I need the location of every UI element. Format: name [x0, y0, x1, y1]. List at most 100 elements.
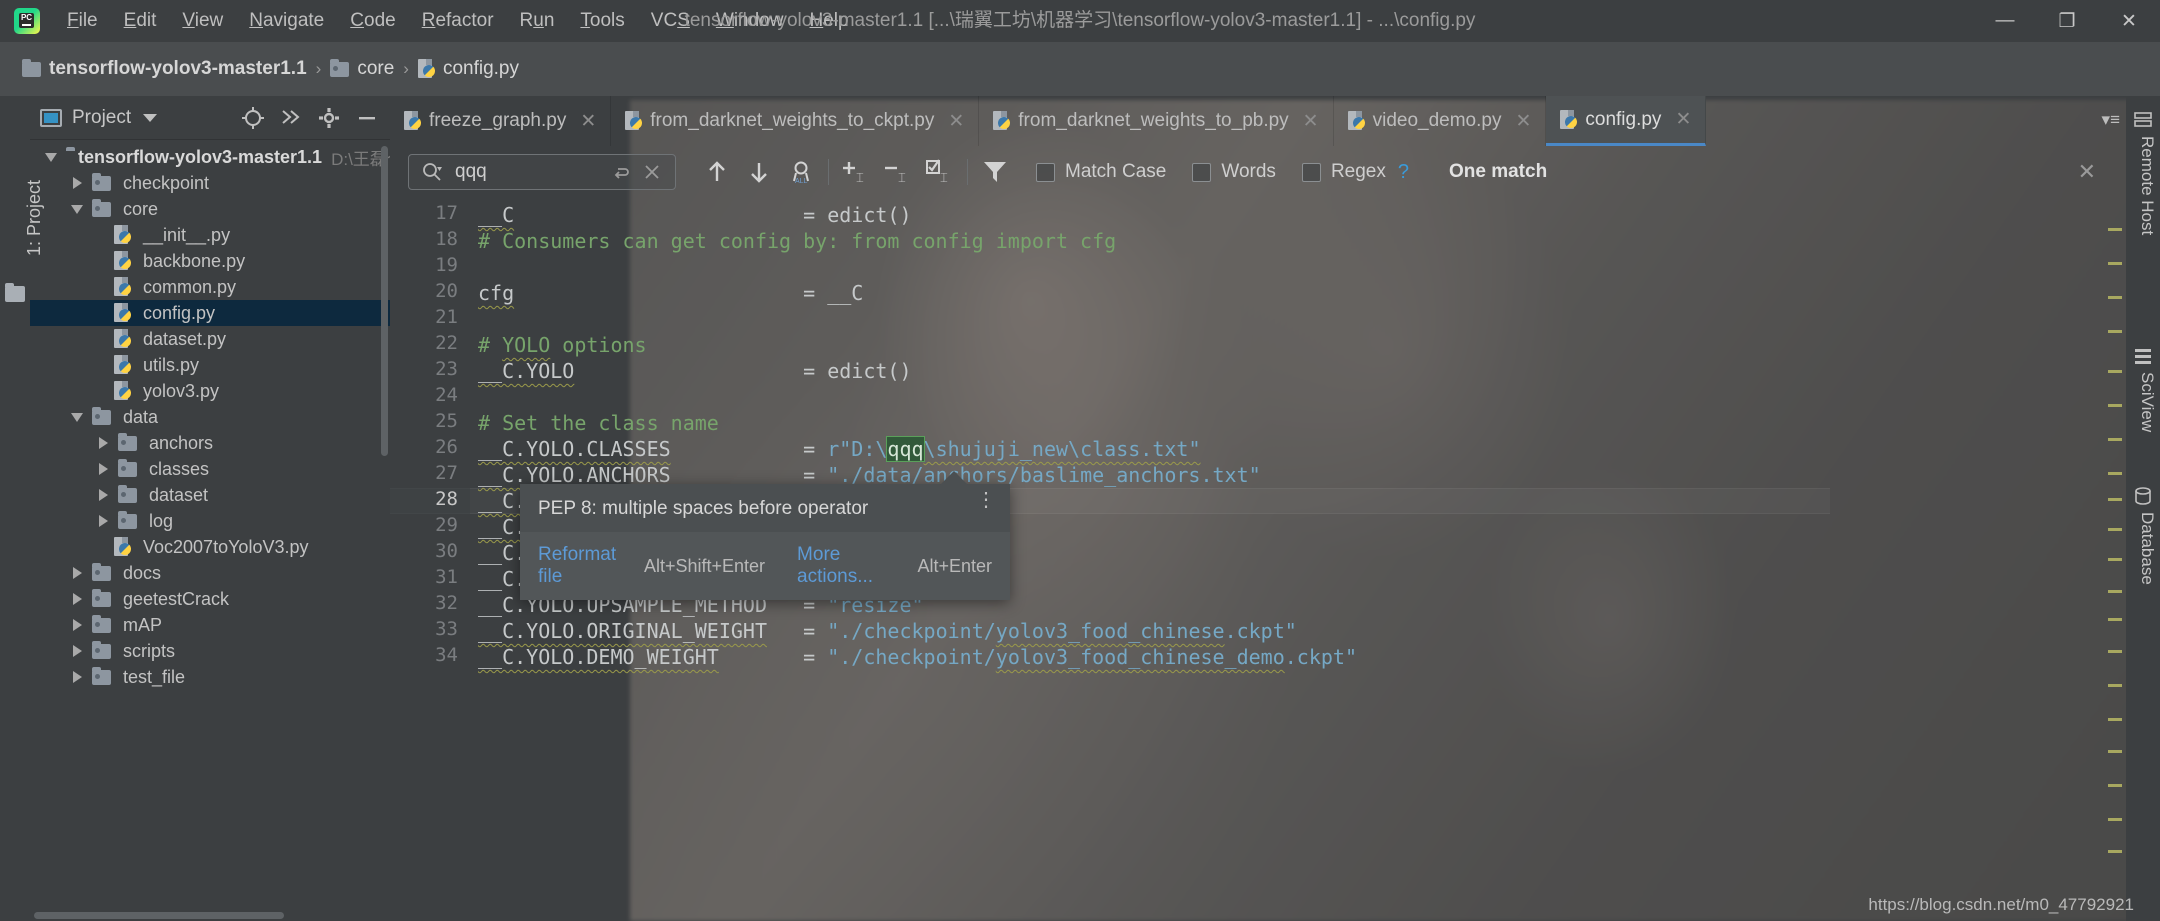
tree-node[interactable]: Voc2007toYoloV3.py	[30, 534, 390, 560]
code-line[interactable]: __C.YOLO.ORIGINAL_WEIGHT = "./checkpoint…	[478, 618, 1297, 644]
search-history-icon[interactable]	[607, 157, 637, 187]
tree-expand-arrow-down-icon[interactable]	[66, 196, 88, 222]
tree-node[interactable]: log	[30, 508, 390, 534]
tree-node[interactable]: checkpoint	[30, 170, 390, 196]
remove-selection-icon[interactable]: ⌶	[883, 157, 913, 187]
inspection-marker[interactable]	[2108, 498, 2122, 501]
reformat-file-link[interactable]: Reformat file	[538, 544, 630, 588]
tree-expand-arrow-right-icon[interactable]	[66, 170, 88, 196]
add-selection-next-icon[interactable]: ⌶	[841, 157, 871, 187]
search-input-value[interactable]: qqq	[455, 161, 607, 183]
close-tab-icon[interactable]: ✕	[1675, 108, 1691, 131]
tree-node[interactable]: mAP	[30, 612, 390, 638]
close-find-bar-icon[interactable]: ✕	[2078, 159, 2096, 185]
checkbox-box[interactable]	[1301, 162, 1321, 182]
editor-gutter[interactable]: 17 18 19 20 21 22 23 24 25 26 27 28 29 30 31 32 33 34	[390, 198, 470, 921]
search-icon[interactable]	[417, 157, 447, 187]
menu-code[interactable]: Code	[337, 6, 408, 36]
inspection-marker[interactable]	[2108, 404, 2122, 407]
tree-expand-arrow-right-icon[interactable]	[66, 638, 88, 664]
match-case-checkbox[interactable]: Match Case	[1036, 161, 1166, 183]
inspection-marker[interactable]	[2108, 228, 2122, 231]
tree-expand-arrow-down-icon[interactable]	[66, 404, 88, 430]
menu-vcs[interactable]: VCS	[638, 6, 703, 36]
tree-node[interactable]: dataset.py	[30, 326, 390, 352]
tree-node[interactable]: docs	[30, 560, 390, 586]
code-line[interactable]: # YOLO options	[478, 332, 647, 358]
code-line[interactable]: __C.YOLO.CLASSES = r"D:\qqq\shujuji_new\…	[478, 436, 1201, 462]
checkbox-box[interactable]	[1036, 162, 1055, 182]
inspection-marker[interactable]	[2108, 650, 2122, 653]
maximize-button[interactable]: ❐	[2036, 0, 2098, 42]
tree-expand-arrow-right-icon[interactable]	[66, 586, 88, 612]
filter-icon[interactable]	[980, 157, 1010, 187]
inspection-marker[interactable]	[2108, 528, 2122, 531]
close-tab-icon[interactable]: ✕	[1515, 110, 1531, 133]
inspection-marker[interactable]	[2108, 750, 2122, 753]
settings-gear-icon[interactable]	[316, 105, 342, 131]
tree-expand-arrow-right-icon[interactable]	[66, 612, 88, 638]
code-line[interactable]: __C.YOLO.DEMO_WEIGHT = "./checkpoint/yol…	[478, 644, 1357, 670]
tree-node[interactable]: utils.py	[30, 352, 390, 378]
code-line[interactable]: # Consumers can get config by: from conf…	[478, 228, 1116, 254]
menu-view[interactable]: View	[169, 6, 236, 36]
tabs-overflow-icon[interactable]: ▾≡	[2102, 110, 2120, 130]
locate-file-icon[interactable]	[240, 105, 266, 131]
regex-help-icon[interactable]: ?	[1398, 161, 1409, 184]
words-checkbox[interactable]: Words	[1192, 161, 1276, 183]
editor-tab[interactable]: from_darknet_weights_to_pb.py ✕	[979, 96, 1334, 146]
find-down-icon[interactable]	[744, 157, 774, 187]
inspection-marker[interactable]	[2108, 438, 2122, 441]
menu-navigate[interactable]: Navigate	[236, 6, 337, 36]
inspection-marker[interactable]	[2108, 718, 2122, 721]
inspection-marker[interactable]	[2108, 558, 2122, 561]
select-all-occurrences-icon[interactable]: ALL	[786, 157, 816, 187]
breadcrumb-item-project[interactable]: tensorflow-yolov3-master1.1	[49, 58, 307, 80]
clear-search-icon[interactable]	[637, 157, 667, 187]
menu-file[interactable]: File	[54, 6, 111, 36]
close-tab-icon[interactable]: ✕	[1303, 110, 1319, 133]
tree-node[interactable]: classes	[30, 456, 390, 482]
tool-window-button-database[interactable]: Database	[2137, 512, 2157, 585]
inspection-marker[interactable]	[2108, 784, 2122, 787]
code-line[interactable]: # Set the class name	[478, 410, 719, 436]
tooltip-menu-icon[interactable]: ⋮	[976, 490, 996, 510]
project-view-chevron-down-icon[interactable]	[143, 113, 158, 122]
tree-node[interactable]: backbone.py	[30, 248, 390, 274]
checkbox-box[interactable]	[1192, 162, 1212, 182]
tree-expand-arrow-right-icon[interactable]	[92, 482, 114, 508]
inspection-marker[interactable]	[2108, 330, 2122, 333]
editor-tab[interactable]: config.py ✕	[1546, 96, 1707, 146]
tree-node[interactable]: geetestCrack	[30, 586, 390, 612]
editor-tab[interactable]: from_darknet_weights_to_ckpt.py ✕	[611, 96, 980, 146]
tree-node[interactable]: config.py	[30, 300, 390, 326]
inspection-marker[interactable]	[2108, 262, 2122, 265]
tree-node[interactable]: scripts	[30, 638, 390, 664]
regex-checkbox[interactable]: Regex	[1301, 161, 1386, 183]
menu-bar[interactable]: File Edit View Navigate Code Refactor Ru…	[54, 6, 862, 36]
code-line[interactable]: __C.YOLO = edict()	[478, 358, 912, 384]
tree-node[interactable]: yolov3.py	[30, 378, 390, 404]
more-actions-link[interactable]: More actions...	[797, 544, 903, 588]
tree-node[interactable]: data	[30, 404, 390, 430]
editor-tabs[interactable]: freeze_graph.py ✕ from_darknet_weights_to_…	[390, 96, 2126, 146]
tool-window-button-remote-host[interactable]: Remote Host	[2137, 136, 2157, 235]
find-up-icon[interactable]	[702, 157, 732, 187]
editor-tab[interactable]: video_demo.py ✕	[1334, 96, 1547, 146]
tree-expand-arrow-right-icon[interactable]	[92, 508, 114, 534]
select-all-carets-icon[interactable]: ⌶	[925, 157, 955, 187]
tree-expand-arrow-right-icon[interactable]	[66, 664, 88, 690]
tree-node[interactable]: core	[30, 196, 390, 222]
collapse-all-icon[interactable]	[278, 105, 304, 131]
inspection-marker[interactable]	[2108, 618, 2122, 621]
tree-expand-arrow-down-icon[interactable]	[40, 144, 62, 170]
editor-marker-strip[interactable]	[2106, 198, 2124, 921]
project-tree-scrollbar[interactable]	[381, 146, 388, 456]
minimize-button[interactable]: —	[1974, 0, 2036, 42]
menu-help[interactable]: Help	[796, 6, 861, 36]
menu-run[interactable]: Run	[507, 6, 568, 36]
hide-panel-icon[interactable]	[354, 105, 380, 131]
tree-node[interactable]: test_file	[30, 664, 390, 690]
tool-window-button-project[interactable]: 1: Project	[2, 106, 44, 266]
close-tab-icon[interactable]: ✕	[580, 110, 596, 133]
